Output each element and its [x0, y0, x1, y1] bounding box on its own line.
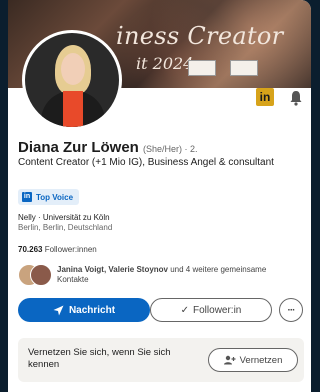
connect-prompt: Vernetzen Sie sich, wenn Sie sich kennen — [28, 347, 171, 370]
add-person-icon — [223, 355, 236, 365]
follow-button[interactable]: ✓ Follower:in — [150, 298, 272, 322]
top-voice-badge[interactable]: in Top Voice — [18, 189, 80, 205]
connect-suggestion-panel: Vernetzen Sie sich, wenn Sie sich kennen… — [18, 338, 304, 382]
profile-name-text: Diana Zur Löwen — [18, 139, 139, 156]
banner-sign — [188, 60, 216, 76]
avatar — [30, 264, 52, 286]
checkmark-icon: ✓ — [180, 304, 190, 316]
profile-avatar[interactable] — [22, 30, 122, 130]
top-voice-icon: in — [22, 192, 32, 202]
profile-education[interactable]: Nelly · Universität zu Köln — [18, 213, 110, 222]
mutual-names: Janina Voigt, Valerie Stoynov — [57, 265, 168, 274]
followers-label: Follower:innen — [42, 245, 97, 254]
profile-location: Berlin, Berlin, Deutschland — [18, 223, 113, 232]
connect-button[interactable]: Vernetzen — [208, 348, 298, 372]
banner-sign — [230, 60, 258, 76]
profile-headline: Content Creator (+1 Mio IG), Business An… — [18, 157, 274, 168]
message-button-label: Nachricht — [68, 304, 116, 316]
avatar-top — [63, 91, 83, 127]
send-icon — [53, 305, 64, 315]
more-options-button[interactable]: ··· — [279, 298, 303, 322]
profile-name: Diana Zur Löwen (She/Her) · 2. — [18, 139, 198, 156]
avatar-face — [61, 53, 85, 85]
mutual-connections-text[interactable]: Janina Voigt, Valerie Stoynov und 4 weit… — [57, 265, 297, 285]
message-button[interactable]: Nachricht — [18, 298, 150, 322]
connect-button-label: Vernetzen — [239, 354, 283, 366]
mutual-connections-avatars[interactable] — [18, 264, 52, 286]
followers-count[interactable]: 70.263 Follower:innen — [18, 245, 97, 254]
banner-text-line2: it 2024 — [136, 54, 194, 73]
follow-button-label: Follower:in — [193, 304, 242, 316]
profile-pronoun-degree: (She/Her) · 2. — [143, 144, 198, 154]
top-voice-label: Top Voice — [36, 192, 74, 202]
linkedin-premium-icon[interactable]: in — [256, 88, 274, 106]
profile-card: iness Creator it 2024 in Diana Zur Löwen… — [8, 0, 311, 392]
bell-icon[interactable] — [289, 90, 303, 106]
followers-number: 70.263 — [18, 245, 43, 254]
banner-text-line1: iness Creator — [116, 22, 284, 50]
